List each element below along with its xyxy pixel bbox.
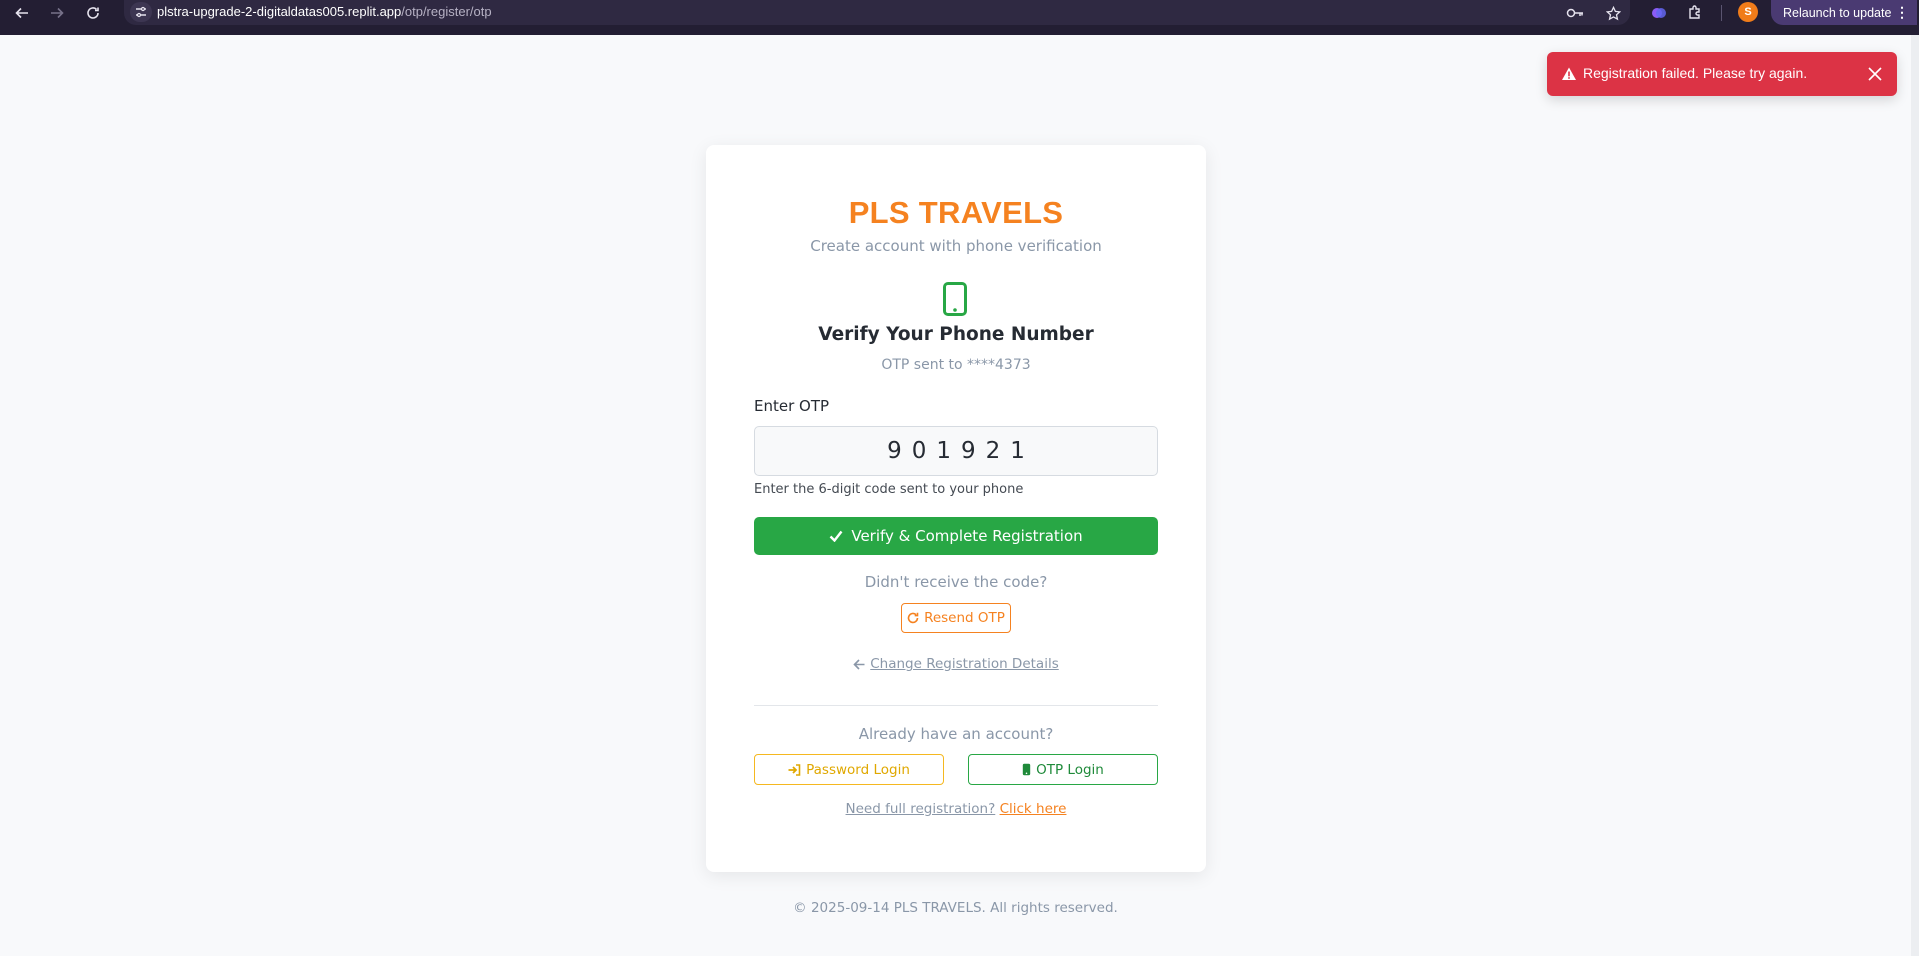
reload-icon[interactable] (81, 0, 105, 25)
resend-otp-button[interactable]: Resend OTP (901, 603, 1011, 633)
bookmark-star-icon[interactable] (1602, 3, 1624, 23)
close-icon[interactable] (1867, 66, 1883, 82)
error-toast: Registration failed. Please try again. (1547, 52, 1897, 96)
otp-input[interactable] (754, 426, 1158, 476)
profile-avatar[interactable]: S (1738, 2, 1758, 22)
arrow-left-icon (853, 658, 865, 670)
site-info-icon[interactable] (130, 2, 152, 22)
verify-button-label: Verify & Complete Registration (851, 527, 1083, 545)
toast-message: Registration failed. Please try again. (1583, 65, 1808, 81)
otp-login-button[interactable]: OTP Login (968, 754, 1158, 785)
already-account-text: Already have an account? (858, 725, 1054, 743)
mobile-icon (1022, 763, 1031, 776)
full-registration-question[interactable]: Need full registration? (846, 801, 996, 817)
back-icon[interactable] (10, 0, 34, 25)
more-menu-icon[interactable]: ⋮ (1895, 4, 1909, 21)
warning-icon (1562, 67, 1576, 80)
sign-in-icon (788, 763, 801, 776)
footer-copyright: © 2025-09-14 PLS TRAVELS. All rights res… (793, 900, 1118, 916)
otp-sent-text: OTP sent to ****4373 (881, 357, 1031, 373)
relaunch-label: Relaunch to update (1783, 5, 1892, 20)
registration-card: PLS TRAVELS Create account with phone ve… (706, 145, 1206, 872)
resend-label: Resend OTP (924, 610, 1005, 626)
verify-title: Verify Your Phone Number (818, 324, 1094, 345)
verify-complete-button[interactable]: Verify & Complete Registration (754, 517, 1158, 555)
full-registration-row: Need full registration? Click here (706, 801, 1206, 817)
password-login-label: Password Login (806, 761, 910, 778)
toolbar-divider (1718, 0, 1724, 25)
otp-label: Enter OTP (754, 397, 830, 415)
extensions-puzzle-icon[interactable] (1684, 0, 1706, 25)
browser-toolbar: plstra-upgrade-2-digitaldatas005.replit.… (0, 0, 1919, 35)
page-scrollbar[interactable] (1911, 35, 1919, 956)
forward-icon[interactable] (45, 0, 69, 25)
otp-login-label: OTP Login (1036, 761, 1104, 778)
url-text[interactable]: plstra-upgrade-2-digitaldatas005.replit.… (157, 4, 492, 19)
password-login-button[interactable]: Password Login (754, 754, 944, 785)
otp-hint: Enter the 6-digit code sent to your phon… (754, 482, 1024, 497)
didnt-receive-text: Didn't receive the code? (864, 573, 1048, 591)
page-subtitle: Create account with phone verification (810, 237, 1102, 255)
key-icon[interactable] (1564, 3, 1586, 23)
change-details-row: Change Registration Details (706, 656, 1206, 672)
check-icon (829, 530, 843, 542)
relaunch-button[interactable]: Relaunch to update ⋮ (1771, 0, 1917, 25)
extension-gemini-icon[interactable] (1648, 0, 1670, 25)
address-bar[interactable]: plstra-upgrade-2-digitaldatas005.replit.… (124, 0, 1630, 25)
full-registration-link[interactable]: Click here (1000, 801, 1067, 817)
redo-icon (907, 612, 919, 624)
mobile-phone-icon (943, 282, 967, 316)
brand-title: PLS TRAVELS (848, 195, 1064, 230)
divider (754, 705, 1158, 706)
change-details-link[interactable]: Change Registration Details (870, 656, 1058, 672)
